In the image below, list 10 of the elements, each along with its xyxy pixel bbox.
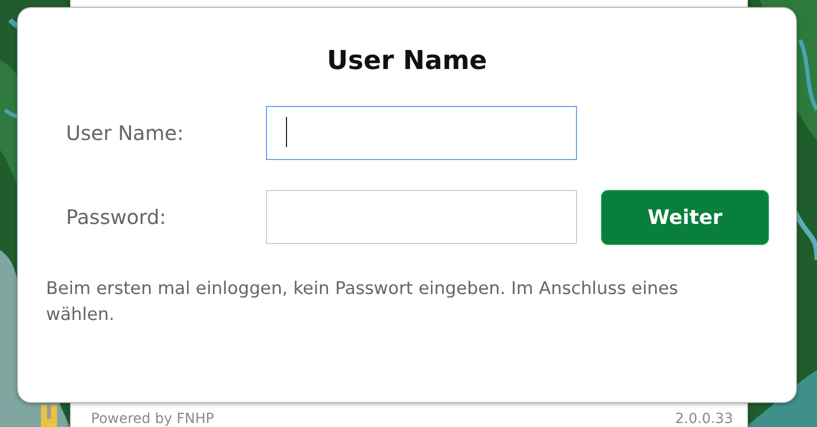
field-label: Password: bbox=[65, 205, 168, 229]
dialog-title: User Name bbox=[326, 45, 488, 78]
version-text: 2.0.0.33 bbox=[675, 411, 733, 427]
powered-by-text: Powered by FNHP bbox=[91, 411, 214, 427]
input-field[interactable] bbox=[266, 106, 577, 160]
field-label: User Name: bbox=[65, 121, 185, 145]
hint-text: Beim ersten mal einloggen, kein Passwort eingeben. Im Anschluss eines wählen. bbox=[46, 278, 680, 327]
input-field[interactable] bbox=[266, 190, 577, 244]
zip-folder-icon bbox=[41, 405, 57, 427]
continue-button[interactable]: Weiter bbox=[601, 190, 769, 244]
